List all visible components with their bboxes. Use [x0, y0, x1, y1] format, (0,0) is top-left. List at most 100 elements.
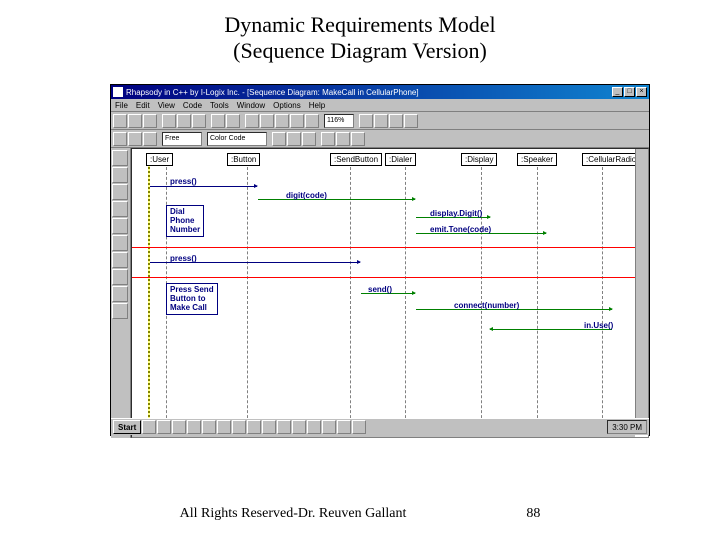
tb2-a[interactable]: [113, 132, 127, 146]
window-title: Rhapsody in C++ by I-Logix Inc. - [Seque…: [126, 88, 612, 97]
combo-mode[interactable]: Free: [162, 132, 202, 146]
menu-window[interactable]: Window: [237, 101, 265, 110]
menu-help[interactable]: Help: [309, 101, 325, 110]
tp-return[interactable]: [112, 201, 128, 217]
task-15[interactable]: [352, 420, 366, 434]
taskbar: Start 3:30 PM: [111, 418, 649, 435]
tb-open[interactable]: [128, 114, 142, 128]
task-12[interactable]: [307, 420, 321, 434]
tb-new[interactable]: [113, 114, 127, 128]
lifeline: [247, 167, 248, 433]
tb-combo-size[interactable]: 116%: [324, 114, 354, 128]
task-1[interactable]: [142, 420, 156, 434]
tb2-g[interactable]: [321, 132, 335, 146]
task-5[interactable]: [202, 420, 216, 434]
tool-palette: [111, 148, 131, 438]
app-icon: [113, 87, 123, 97]
tb-d[interactable]: [290, 114, 304, 128]
tp-cond[interactable]: [112, 252, 128, 268]
message-arrow[interactable]: [150, 186, 257, 187]
tb-i[interactable]: [404, 114, 418, 128]
app-window: Rhapsody in C++ by I-Logix Inc. - [Seque…: [110, 84, 650, 436]
tb-undo[interactable]: [211, 114, 225, 128]
lifeline-header[interactable]: :Display: [461, 153, 497, 166]
message-arrow[interactable]: [258, 199, 415, 200]
tb2-h[interactable]: [336, 132, 350, 146]
menu-view[interactable]: View: [158, 101, 175, 110]
tb-redo[interactable]: [226, 114, 240, 128]
task-9[interactable]: [262, 420, 276, 434]
scrollbar-vertical[interactable]: [635, 149, 648, 423]
lifeline-header[interactable]: :Speaker: [517, 153, 557, 166]
task-14[interactable]: [337, 420, 351, 434]
tb-copy[interactable]: [177, 114, 191, 128]
sequence-canvas[interactable]: :User :Button :SendButton:Dialer :Display :S…: [131, 148, 649, 438]
toolbar-1: 116%: [111, 112, 649, 130]
start-button[interactable]: Start: [113, 420, 141, 434]
task-11[interactable]: [292, 420, 306, 434]
lifeline: [481, 167, 482, 433]
separator-line: [132, 247, 648, 248]
titlebar: Rhapsody in C++ by I-Logix Inc. - [Seque…: [111, 85, 649, 99]
tb2-c[interactable]: [143, 132, 157, 146]
tp-state[interactable]: [112, 235, 128, 251]
lifeline-header[interactable]: :Button: [227, 153, 260, 166]
task-4[interactable]: [187, 420, 201, 434]
menubar: File Edit View Code Tools Window Options…: [111, 99, 649, 112]
task-10[interactable]: [277, 420, 291, 434]
tb-paste[interactable]: [192, 114, 206, 128]
menu-tools[interactable]: Tools: [210, 101, 229, 110]
tp-anchor[interactable]: [112, 286, 128, 302]
tb-g[interactable]: [374, 114, 388, 128]
tb2-d[interactable]: [272, 132, 286, 146]
message-label: connect(number): [454, 301, 519, 310]
tp-timer[interactable]: [112, 269, 128, 285]
combo-color[interactable]: Color Code: [207, 132, 267, 146]
message-label: press(): [170, 177, 197, 186]
lifeline: [537, 167, 538, 433]
menu-edit[interactable]: Edit: [136, 101, 150, 110]
tb-h[interactable]: [389, 114, 403, 128]
lifeline-header[interactable]: :SendButton: [330, 153, 382, 166]
task-6[interactable]: [217, 420, 231, 434]
tp-text[interactable]: [112, 303, 128, 319]
tp-pointer[interactable]: [112, 150, 128, 166]
tp-note[interactable]: [112, 218, 128, 234]
task-8[interactable]: [247, 420, 261, 434]
message-label: digit(code): [286, 191, 327, 200]
toolbar-2: Free Color Code: [111, 130, 649, 148]
task-2[interactable]: [157, 420, 171, 434]
minimize-button[interactable]: _: [612, 87, 623, 97]
task-7[interactable]: [232, 420, 246, 434]
note-box[interactable]: DialPhoneNumber: [166, 205, 204, 237]
lifeline-header[interactable]: :CellularRadio: [582, 153, 640, 166]
tb2-b[interactable]: [128, 132, 142, 146]
menu-file[interactable]: File: [115, 101, 128, 110]
tb-e[interactable]: [305, 114, 319, 128]
slide-footer: All Rights Reserved-Dr. Reuven Gallant 8…: [0, 506, 720, 522]
tb-save[interactable]: [143, 114, 157, 128]
note-box[interactable]: Press SendButton toMake Call: [166, 283, 218, 315]
tb-cut[interactable]: [162, 114, 176, 128]
menu-code[interactable]: Code: [183, 101, 202, 110]
tb-a[interactable]: [245, 114, 259, 128]
tb-c[interactable]: [275, 114, 289, 128]
tb2-e[interactable]: [287, 132, 301, 146]
lifeline-header[interactable]: :User: [146, 153, 173, 166]
menu-options[interactable]: Options: [273, 101, 301, 110]
maximize-button[interactable]: □: [624, 87, 635, 97]
lifeline: [405, 167, 406, 433]
tb-f[interactable]: [359, 114, 373, 128]
tb-b[interactable]: [260, 114, 274, 128]
message-label: send(): [368, 285, 392, 294]
tp-message[interactable]: [112, 184, 128, 200]
tb2-f[interactable]: [302, 132, 316, 146]
task-3[interactable]: [172, 420, 186, 434]
message-label: emit.Tone(code): [430, 225, 491, 234]
close-button[interactable]: ×: [636, 87, 647, 97]
tb2-i[interactable]: [351, 132, 365, 146]
message-label: display.Digit(): [430, 209, 482, 218]
lifeline-header[interactable]: :Dialer: [385, 153, 416, 166]
task-13[interactable]: [322, 420, 336, 434]
tp-lifeline[interactable]: [112, 167, 128, 183]
